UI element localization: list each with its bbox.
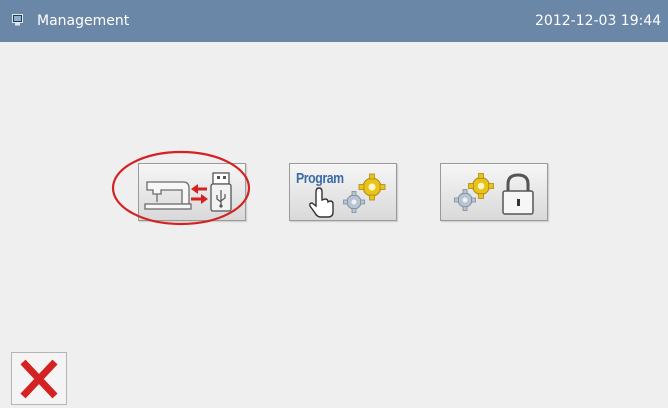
usb-drive-icon: [210, 172, 232, 212]
datetime-display: 2012-12-03 19:44: [535, 13, 662, 29]
program-button[interactable]: Program: [289, 163, 397, 221]
window-title: Management: [37, 13, 130, 29]
gears-icon: [454, 173, 494, 211]
hand-pointer-icon: [309, 187, 334, 218]
close-button[interactable]: [11, 352, 67, 405]
settings-lock-button[interactable]: [440, 163, 548, 221]
sewing-machine-icon: [144, 181, 192, 210]
gears-icon: [343, 173, 386, 213]
program-label: Program: [296, 170, 344, 187]
transfer-arrows-icon: [191, 184, 208, 204]
title-bar: Management 2012-12-03 19:44: [0, 0, 668, 42]
close-icon: [20, 359, 58, 399]
monitor-icon: [12, 14, 23, 26]
padlock-icon: [502, 173, 534, 215]
machine-usb-transfer-button[interactable]: [138, 163, 246, 221]
